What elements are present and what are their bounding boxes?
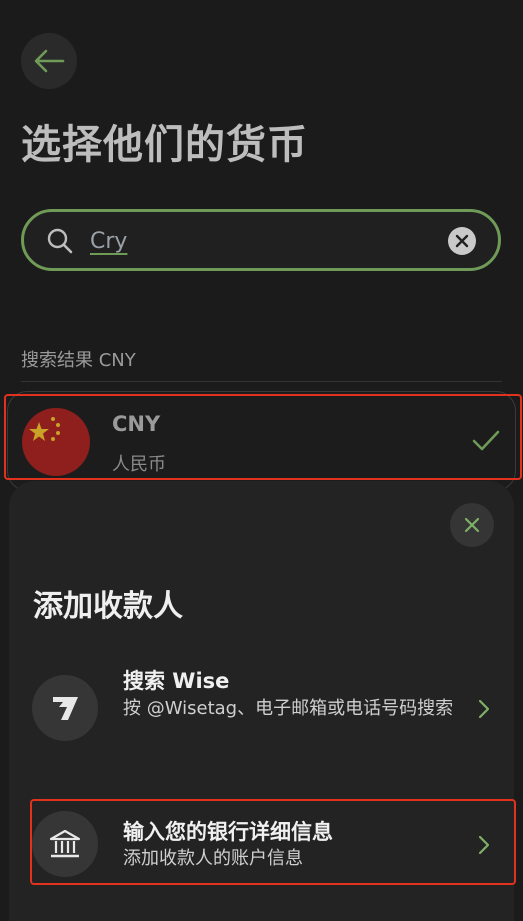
clear-search-button[interactable] [448,227,476,255]
search-icon [47,228,73,254]
add-recipient-sheet: 添加收款人 搜索 Wise 按 @Wisetag、电子邮箱或电话号码搜索 输入您… [9,481,514,921]
option-title: 输入您的银行详细信息 [123,820,333,844]
page-title: 选择他们的货币 [21,122,308,168]
bank-icon [32,811,98,877]
clear-icon [455,234,469,248]
currency-name: 人民币 [112,454,166,475]
currency-result-row[interactable]: CNY 人民币 [7,391,516,491]
wise-logo-icon [32,675,98,741]
china-flag-icon [22,408,90,476]
check-icon [472,430,500,451]
bank-details-option[interactable]: 输入您的银行详细信息 添加收款人的账户信息 [9,811,514,881]
close-sheet-button[interactable] [450,503,494,547]
currency-code: CNY [112,412,161,436]
search-wise-option[interactable]: 搜索 Wise 按 @Wisetag、电子邮箱或电话号码搜索 [9,661,514,761]
sheet-title: 添加收款人 [33,589,183,624]
chevron-right-icon [478,699,490,719]
chevron-right-icon [478,835,490,855]
option-description: 添加收款人的账户信息 [123,848,303,869]
divider [21,381,502,382]
option-title: 搜索 Wise [123,669,230,693]
search-input[interactable]: Cry [21,209,501,271]
close-icon [464,517,480,533]
search-value[interactable]: Cry [90,229,127,254]
results-label: 搜索结果 CNY [21,350,136,371]
option-description: 按 @Wisetag、电子邮箱或电话号码搜索 [123,698,454,719]
arrow-left-icon [34,49,65,73]
back-button[interactable] [21,33,77,89]
